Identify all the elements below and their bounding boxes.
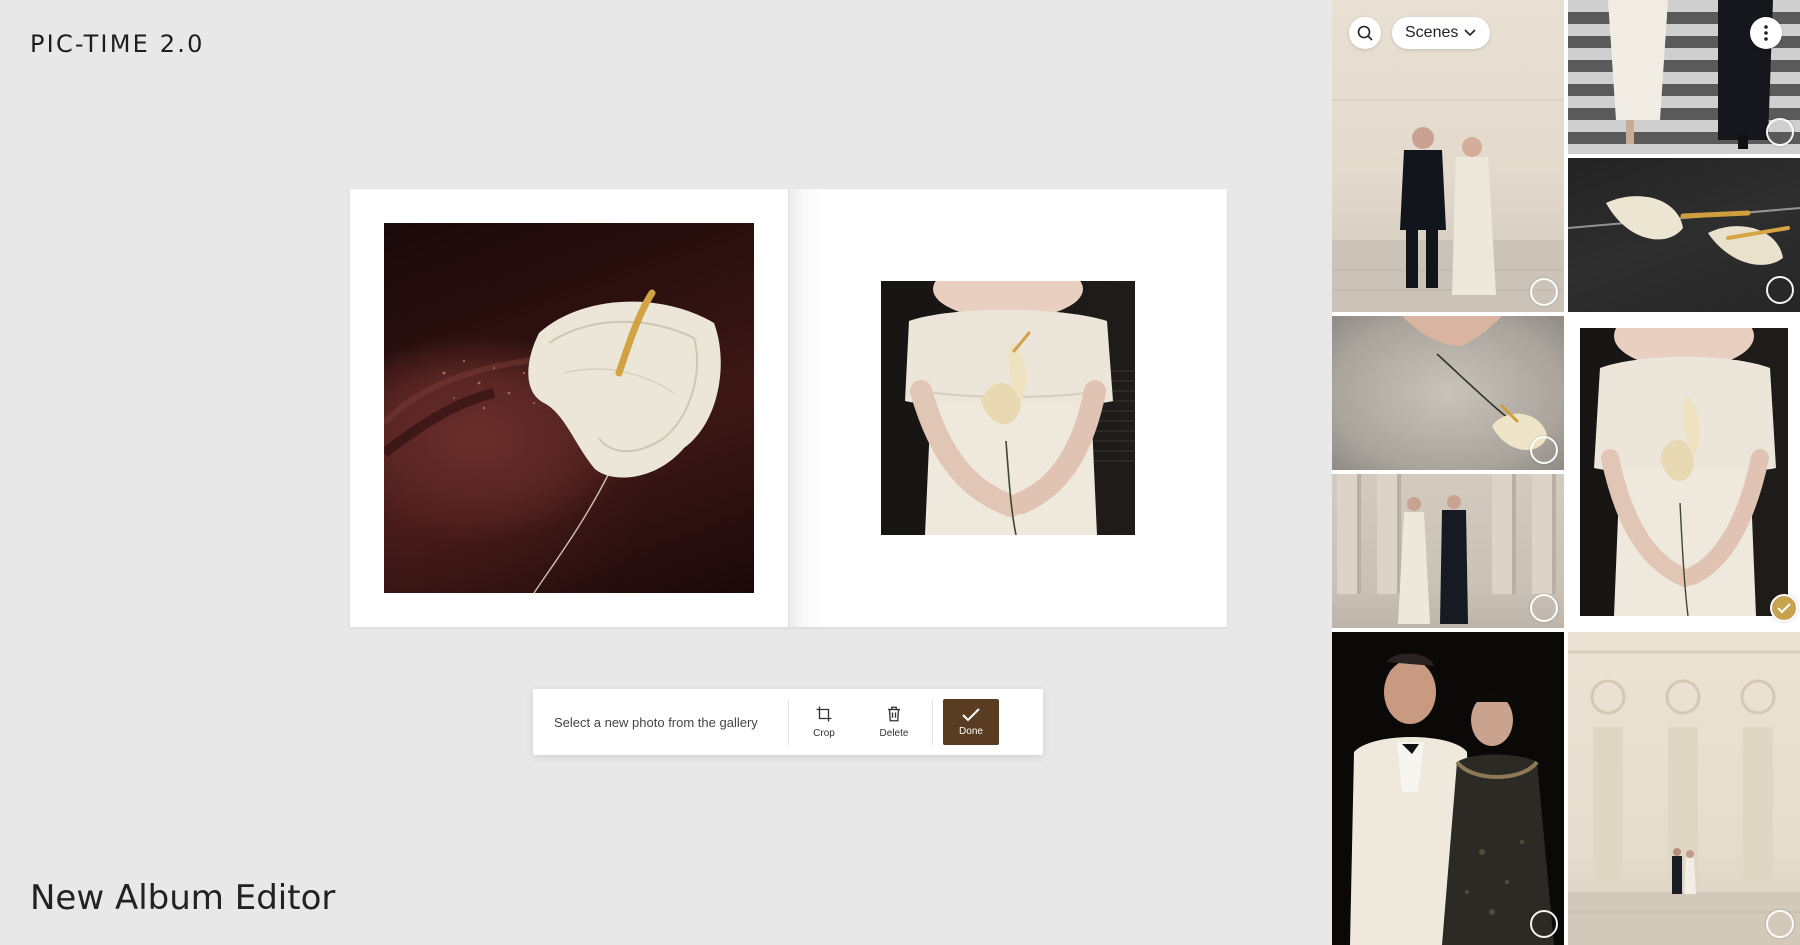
delete-button[interactable]: Delete: [859, 689, 929, 755]
gallery-thumb-hands-flower-tulle[interactable]: [1332, 316, 1564, 470]
chevron-down-icon: [1464, 29, 1476, 37]
thumb-select-circle[interactable]: [1766, 910, 1794, 938]
album-photo-anthurium[interactable]: [384, 223, 754, 593]
gallery-search-button[interactable]: [1349, 17, 1381, 49]
scenes-dropdown[interactable]: Scenes: [1392, 17, 1491, 49]
crop-label: Crop: [813, 728, 835, 739]
check-icon: [1777, 602, 1791, 613]
done-button[interactable]: Done: [943, 699, 999, 745]
toolbar-divider: [932, 699, 933, 745]
album-spread[interactable]: [350, 189, 1227, 627]
more-options-button[interactable]: [1750, 17, 1782, 49]
photo-gallery-panel[interactable]: Scenes: [1332, 0, 1800, 945]
thumb-select-circle[interactable]: [1530, 910, 1558, 938]
album-photo-bride[interactable]: [880, 281, 1135, 535]
crop-button[interactable]: Crop: [789, 689, 859, 755]
done-label: Done: [959, 725, 983, 737]
anthurium-photo-art: [384, 289, 721, 593]
page-title: New Album Editor: [30, 878, 336, 918]
selected-frame: [1580, 328, 1788, 616]
bride-thumb-art: [1594, 328, 1776, 616]
album-page-right[interactable]: [788, 189, 1227, 627]
search-icon: [1357, 25, 1373, 41]
brand-logo: PIC-TIME 2.0: [30, 30, 205, 58]
scenes-label: Scenes: [1405, 24, 1459, 41]
check-icon: [962, 707, 980, 721]
toolbar-hint: Select a new photo from the gallery: [554, 714, 758, 730]
thumb-select-circle[interactable]: [1530, 436, 1558, 464]
trash-icon: [888, 706, 900, 722]
thumb-select-circle[interactable]: [1530, 594, 1558, 622]
thumb-select-circle[interactable]: [1530, 278, 1558, 306]
thumb-select-checked[interactable]: [1770, 594, 1798, 622]
gallery-thumb-couple-tuxedo-portrait[interactable]: [1332, 632, 1564, 945]
gallery-thumb-bride-holding-flower[interactable]: [1568, 316, 1800, 628]
gallery-thumb-flowers-asphalt[interactable]: [1568, 158, 1800, 312]
photo-edit-toolbar: Select a new photo from the gallery Crop…: [533, 689, 1043, 755]
gallery-thumb-couple-columns[interactable]: [1332, 474, 1564, 628]
gallery-thumb-couple-facade[interactable]: [1568, 632, 1800, 945]
spread-gutter: [788, 189, 789, 627]
thumb-select-circle[interactable]: [1766, 276, 1794, 304]
couple-facade-art: [1568, 650, 1800, 945]
vertical-dots-icon: [1764, 25, 1768, 41]
crop-icon: [816, 706, 832, 722]
delete-label: Delete: [879, 728, 909, 739]
bride-photo-art: [904, 281, 1135, 535]
couple-tuxedo-art: [1350, 653, 1554, 945]
thumb-select-circle[interactable]: [1766, 118, 1794, 146]
album-page-left[interactable]: [350, 189, 789, 627]
